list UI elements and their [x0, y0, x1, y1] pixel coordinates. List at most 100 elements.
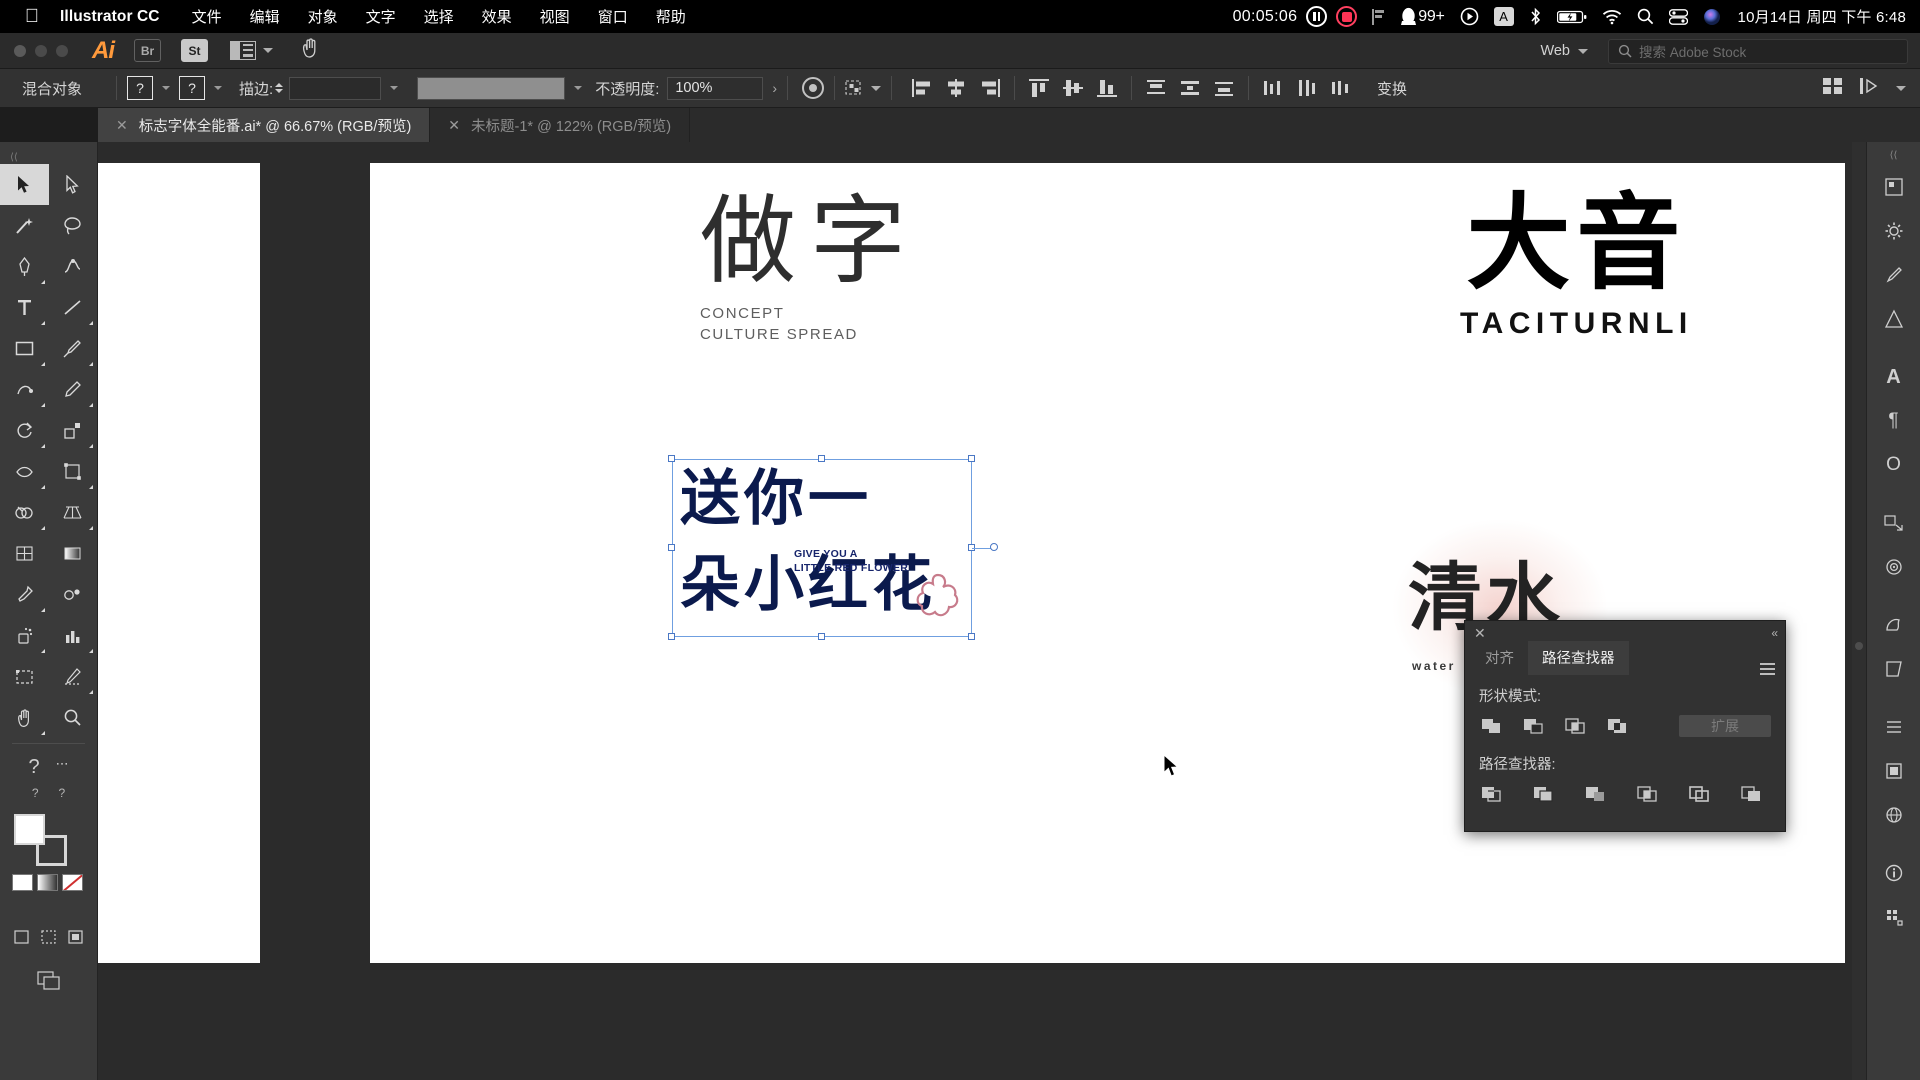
color-swatch-white[interactable] [12, 874, 33, 891]
menu-object[interactable]: 对象 [294, 6, 352, 27]
merge-icon[interactable] [1583, 783, 1607, 805]
pen-tool[interactable] [0, 246, 49, 287]
paintbrush-tool[interactable] [49, 328, 98, 369]
flow-icon[interactable] [1859, 76, 1880, 100]
stroke-color-swatch[interactable]: ? [179, 76, 206, 100]
shaper-tool[interactable] [0, 369, 49, 410]
selection-tool[interactable] [0, 164, 49, 205]
transform-menu-label[interactable]: 变换 [1377, 78, 1407, 99]
chevron-down-icon[interactable] [390, 86, 399, 90]
align-center-v-icon[interactable] [1061, 77, 1085, 99]
menu-select[interactable]: 选择 [410, 6, 468, 27]
distribute-center-v-icon[interactable] [1178, 77, 1202, 99]
align-bottom-icon[interactable] [1095, 77, 1119, 99]
hand-tool[interactable] [0, 697, 49, 738]
column-graph-tool[interactable] [49, 615, 98, 656]
menu-type[interactable]: 文字 [352, 6, 410, 27]
stroke-weight-field[interactable] [289, 76, 382, 100]
menu-file[interactable]: 文件 [178, 6, 236, 27]
chevron-down-icon[interactable] [1896, 85, 1906, 91]
menu-window[interactable]: 窗口 [584, 6, 642, 27]
slice-tool[interactable] [49, 656, 98, 697]
trim-icon[interactable] [1531, 783, 1555, 805]
rotate-tool[interactable] [0, 410, 49, 451]
symbol-sprayer-tool[interactable] [0, 615, 49, 656]
selection-handle-bc[interactable] [818, 633, 825, 640]
stock-search-input[interactable]: 搜索 Adobe Stock [1608, 38, 1908, 64]
artboard-tool[interactable] [0, 656, 49, 697]
selection-handle-tc[interactable] [818, 455, 825, 462]
stroke-profile-field[interactable] [417, 76, 566, 100]
close-icon[interactable]: ✕ [1474, 626, 1486, 640]
minus-front-icon[interactable] [1521, 715, 1545, 737]
align-right-icon[interactable] [978, 77, 1002, 99]
graphic-style-icon[interactable] [802, 77, 825, 99]
appearance-panel-icon[interactable] [1867, 545, 1920, 589]
artboard-main[interactable]: 做字 CONCEPT CULTURE SPREAD 大音 TACITURNLI … [370, 163, 1845, 963]
rectangle-tool[interactable] [0, 328, 49, 369]
align-left-icon[interactable] [910, 77, 934, 99]
dock-collapse-strip[interactable] [1852, 142, 1866, 1080]
dayin-logo[interactable]: 大音 TACITURNLI [1460, 191, 1693, 341]
zoom-tool[interactable] [49, 697, 98, 738]
wifi-icon[interactable] [1602, 9, 1622, 25]
menu-view[interactable]: 视图 [526, 6, 584, 27]
draw-inside-icon[interactable] [68, 930, 83, 949]
menubar-clock[interactable]: 10月14日 周四 下午 6:48 [1738, 6, 1906, 27]
links-panel-icon[interactable] [1867, 793, 1920, 837]
menu-help[interactable]: 帮助 [642, 6, 700, 27]
distribute-center-h-icon[interactable] [1295, 77, 1319, 99]
pencil-tool[interactable] [49, 369, 98, 410]
minus-back-icon[interactable] [1739, 783, 1763, 805]
qq-penguin-icon[interactable]: 99+ [1400, 7, 1445, 26]
draw-normal-icon[interactable] [14, 930, 29, 949]
width-tool[interactable] [0, 451, 49, 492]
brushes-panel-icon[interactable] [1867, 253, 1920, 297]
close-icon[interactable]: ✕ [116, 118, 128, 132]
selection-handle-tr[interactable] [968, 455, 975, 462]
bridge-button[interactable]: Br [134, 39, 161, 62]
panel-menu-icon[interactable] [1760, 663, 1775, 675]
direct-selection-tool[interactable] [49, 164, 98, 205]
artboards-panel-icon[interactable] [1867, 647, 1920, 691]
crop-icon[interactable] [1635, 783, 1659, 805]
dock-handle-dot[interactable] [1855, 642, 1863, 650]
scale-tool[interactable] [49, 410, 98, 451]
lasso-tool[interactable] [49, 205, 98, 246]
graphic-styles-panel-icon[interactable] [1867, 603, 1920, 647]
eyedropper-tool[interactable] [0, 574, 49, 615]
help-tertiary-icon[interactable]: ? [59, 786, 66, 800]
record-icon[interactable] [1336, 6, 1358, 27]
none-swatch[interactable] [62, 874, 83, 891]
workspace-switcher[interactable]: Web [1540, 43, 1570, 59]
tab-pathfinder[interactable]: 路径查找器 [1528, 641, 1629, 675]
chevron-down-icon[interactable] [574, 86, 583, 90]
selection-handle-tl[interactable] [668, 455, 675, 462]
draw-behind-icon[interactable] [41, 930, 56, 949]
select-similar-icon[interactable] [845, 79, 882, 97]
chevron-down-icon[interactable] [214, 86, 223, 90]
outline-icon[interactable] [1687, 783, 1711, 805]
spotlight-search-icon[interactable] [1637, 8, 1654, 25]
tool-panel-grip[interactable]: ⟨⟨ [0, 152, 97, 164]
chevron-right-icon[interactable]: › [772, 80, 777, 96]
pathfinder-panel[interactable]: ✕ « 对齐 路径查找器 形状模式: 扩展 路径查找器: [1464, 620, 1786, 832]
magic-wand-tool[interactable] [0, 205, 49, 246]
distribute-left-icon[interactable] [1261, 77, 1285, 99]
apple-logo-icon[interactable]:  [14, 7, 50, 26]
collapse-panel-icon[interactable]: « [1771, 626, 1778, 640]
align-top-icon[interactable] [1027, 77, 1051, 99]
battery-icon[interactable] [1556, 9, 1587, 25]
input-source-indicator[interactable]: A [1493, 7, 1514, 26]
info-panel-icon[interactable] [1867, 851, 1920, 895]
flag-icon[interactable] [1372, 8, 1385, 25]
opentype-panel-icon[interactable]: O [1867, 443, 1920, 487]
curvature-tool[interactable] [49, 246, 98, 287]
control-center-icon[interactable] [1668, 8, 1688, 25]
document-tab-1[interactable]: ✕ 标志字体全能番.ai* @ 66.67% (RGB/预览) [98, 108, 431, 142]
character-panel-icon[interactable]: A [1867, 355, 1920, 399]
selection-handle-bl[interactable] [668, 633, 675, 640]
hand-tool-icon[interactable] [299, 37, 321, 64]
stroke-weight-stepper[interactable] [275, 83, 284, 93]
free-transform-tool[interactable] [49, 451, 98, 492]
